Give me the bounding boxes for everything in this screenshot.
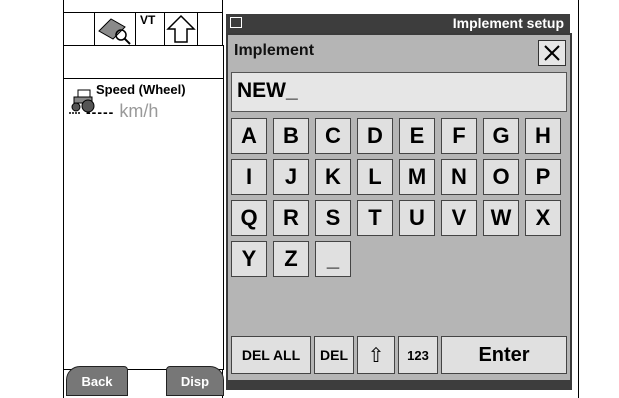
key-n[interactable]: N — [441, 159, 477, 195]
key-r[interactable]: R — [273, 200, 309, 236]
shift-key[interactable]: ⇧ — [357, 336, 395, 374]
key-c[interactable]: C — [315, 118, 351, 154]
key-g[interactable]: G — [483, 118, 519, 154]
disp-softkey[interactable]: Disp — [166, 366, 224, 396]
key-i[interactable]: I — [231, 159, 267, 195]
up-arrow-icon — [166, 14, 196, 43]
key-v[interactable]: V — [441, 200, 477, 236]
icon-cell-empty — [63, 12, 95, 46]
key-l[interactable]: L — [357, 159, 393, 195]
close-icon — [544, 45, 560, 61]
dialog-title: Implement — [234, 42, 315, 59]
key-q[interactable]: Q — [231, 200, 267, 236]
key-e[interactable]: E — [399, 118, 435, 154]
key-h[interactable]: H — [525, 118, 561, 154]
screen-icon — [230, 17, 242, 28]
enter-key[interactable]: Enter — [441, 336, 567, 374]
speed-value: ----- — [86, 104, 115, 120]
speed-unit: km/h — [119, 101, 159, 121]
up-arrow-cell[interactable] — [164, 12, 198, 46]
keyboard-dialog: Implement NEW_ DEL ALL DEL ⇧ 123 Enter A… — [226, 33, 572, 388]
key-z[interactable]: Z — [273, 241, 309, 277]
key-o[interactable]: O — [483, 159, 519, 195]
title-bar: Implement setup — [226, 14, 570, 34]
implement-toolkit-icon — [98, 18, 131, 45]
key-f[interactable]: F — [441, 118, 477, 154]
speed-readout: ----- km/h — [86, 101, 158, 122]
key-p[interactable]: P — [525, 159, 561, 195]
vt-icon: VT — [140, 13, 156, 27]
implement-name-input[interactable]: NEW_ — [231, 72, 567, 112]
icon-row-empty — [63, 45, 224, 79]
vt-cell[interactable]: VT — [135, 12, 165, 46]
key-j[interactable]: J — [273, 159, 309, 195]
implement-toolkit-cell[interactable] — [94, 12, 136, 46]
key-b[interactable]: B — [273, 118, 309, 154]
key-underscore[interactable]: _ — [315, 241, 351, 277]
key-a[interactable]: A — [231, 118, 267, 154]
key-u[interactable]: U — [399, 200, 435, 236]
key-y[interactable]: Y — [231, 241, 267, 277]
icon-cell-empty — [197, 12, 223, 46]
key-k[interactable]: K — [315, 159, 351, 195]
key-x[interactable]: X — [525, 200, 561, 236]
right-border — [578, 0, 579, 398]
key-m[interactable]: M — [399, 159, 435, 195]
del-key[interactable]: DEL — [314, 336, 354, 374]
del-all-key[interactable]: DEL ALL — [231, 336, 311, 374]
page-title: Implement setup — [452, 15, 564, 31]
speed-label: Speed (Wheel) — [96, 82, 186, 97]
back-softkey[interactable]: Back — [66, 366, 128, 396]
key-d[interactable]: D — [357, 118, 393, 154]
bottom-softkey-strip — [226, 380, 572, 390]
numeric-key[interactable]: 123 — [398, 336, 438, 374]
key-t[interactable]: T — [357, 200, 393, 236]
key-w[interactable]: W — [483, 200, 519, 236]
close-button[interactable] — [538, 40, 566, 66]
left-panel: VT Speed (Wheel) ----- km/h Back Disp — [63, 0, 224, 398]
key-s[interactable]: S — [315, 200, 351, 236]
